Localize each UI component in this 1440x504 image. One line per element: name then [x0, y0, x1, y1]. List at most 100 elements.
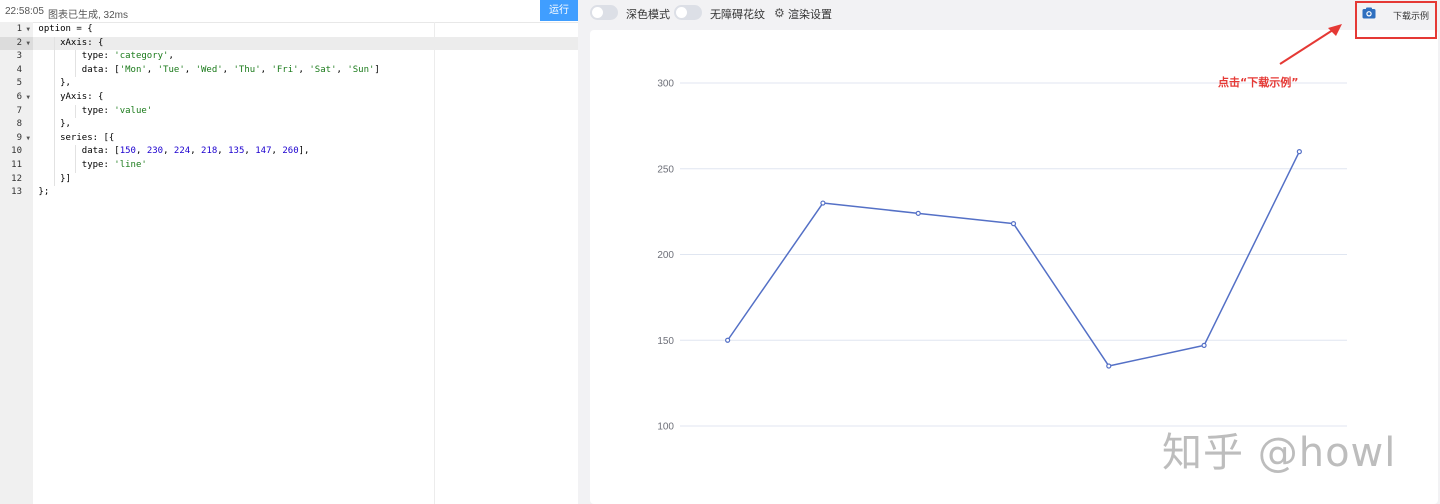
line-number-text: 3: [16, 51, 22, 62]
code-token: 'Tue': [157, 64, 185, 75]
line-number: 9 ▼: [0, 132, 33, 146]
code-token: 230: [146, 146, 164, 157]
code-token: ]: [374, 64, 380, 75]
code-area[interactable]: option = { xAxis: { type: 'category', da…: [33, 22, 578, 504]
code-token: 147: [255, 146, 272, 157]
annotation-arrow: [1279, 24, 1342, 65]
data-point: [1201, 342, 1207, 348]
line-number: 4: [0, 64, 33, 78]
line-number-text: 5: [16, 78, 22, 89]
line-number-text: 8: [16, 119, 22, 130]
code-line: option = {: [33, 23, 578, 37]
line-number: 10: [0, 145, 33, 159]
code-token: ],: [298, 146, 310, 157]
line-number-text: 12: [11, 173, 22, 184]
code-line: series: [{: [33, 132, 578, 146]
render-settings-label[interactable]: 渲染设置: [788, 6, 832, 22]
data-point: [820, 200, 826, 206]
data-point: [1010, 221, 1017, 227]
code-token: 'line': [114, 160, 147, 170]
line-number-text: 11: [11, 160, 22, 170]
code-token: 218: [201, 146, 218, 157]
line-number-gutter: 1 ▼ 2 ▼ 3 4 5 6 ▼ 7 8 9 ▼ 10 11 12 13: [0, 22, 33, 504]
code-token: xAxis: {: [38, 37, 104, 48]
code-token: 260: [282, 146, 299, 157]
y-tick-label: 300: [657, 79, 674, 90]
status-time: 22:58:05: [5, 6, 44, 17]
line-number-text: 9: [16, 132, 22, 143]
code-token: 'Sun': [347, 64, 375, 75]
dark-mode-label: 深色模式: [626, 8, 670, 21]
code-token: 150: [119, 146, 136, 157]
dark-mode-toggle[interactable]: [590, 5, 618, 20]
watermark: 知乎 @howl: [1162, 430, 1397, 476]
line-number: 2 ▼: [0, 36, 33, 51]
indent-guide: [75, 145, 76, 173]
line-number: 12: [0, 173, 33, 187]
code-token: ,: [222, 64, 234, 75]
series-line: [727, 151, 1301, 367]
line-number: 1 ▼: [0, 23, 33, 37]
print-margin-line: [434, 22, 435, 504]
line-number: 3: [0, 50, 33, 64]
code-token: 'value': [114, 105, 153, 116]
code-token: 'Fri': [271, 64, 299, 75]
code-token: ,: [336, 64, 348, 75]
fold-toggle-icon[interactable]: ▼: [26, 91, 30, 105]
code-token: ,: [184, 64, 196, 75]
line-number-text: 6: [16, 92, 22, 102]
data-point: [725, 337, 731, 343]
y-tick-label: 250: [657, 164, 674, 175]
code-token: data: [: [38, 146, 120, 157]
code-token: option = {: [38, 24, 93, 34]
status-message: 图表已生成, 32ms: [48, 10, 129, 21]
code-line: };: [33, 186, 578, 200]
code-token: ,: [168, 51, 174, 62]
fold-toggle-icon[interactable]: ▼: [26, 37, 30, 51]
code-token: 'Sat': [309, 64, 337, 75]
line-number: 13: [0, 186, 33, 200]
code-line: data: ['Mon', 'Tue', 'Wed', 'Thu', 'Fri'…: [33, 64, 578, 78]
line-number: 5: [0, 77, 33, 91]
run-button[interactable]: 运行: [540, 0, 578, 21]
indent-guide: [75, 50, 76, 78]
code-token: type:: [38, 105, 115, 116]
line-number: 6 ▼: [0, 91, 33, 105]
code-line: xAxis: {: [33, 36, 578, 51]
status-bar: 22:58:05 图表已生成, 32ms 运行: [0, 0, 578, 23]
code-token: 'category': [114, 51, 169, 62]
data-point: [1106, 363, 1112, 369]
code-line: },: [33, 77, 578, 91]
fold-toggle-icon[interactable]: ▼: [26, 132, 30, 146]
code-token: ,: [217, 146, 229, 157]
code-line: }]: [33, 173, 578, 187]
code-token: 224: [173, 146, 191, 157]
gear-icon[interactable]: ⚙: [774, 6, 785, 20]
code-token: series: [{: [38, 132, 115, 143]
code-line: type: 'line': [33, 159, 578, 173]
accessibility-pattern-toggle[interactable]: [674, 5, 702, 20]
highlight-box: [1355, 1, 1437, 39]
code-token: 135: [228, 146, 245, 157]
code-line: type: 'category',: [33, 50, 578, 64]
code-token: ,: [271, 146, 283, 157]
code-token: 'Wed': [195, 64, 223, 75]
line-number-text: 10: [11, 146, 22, 157]
code-token: ,: [163, 146, 174, 157]
code-token: ,: [260, 64, 272, 75]
line-number-text: 2: [16, 37, 22, 48]
code-token: ,: [190, 146, 202, 157]
code-token: data: [: [38, 64, 120, 75]
line-number: 7: [0, 105, 33, 119]
accessibility-pattern-label: 无障碍花纹: [710, 8, 765, 21]
y-tick-label: 200: [657, 250, 674, 261]
y-tick-label: 100: [657, 422, 674, 433]
line-number-text: 7: [16, 105, 22, 116]
fold-toggle-icon[interactable]: ▼: [26, 23, 30, 37]
code-token: 'Mon': [119, 64, 147, 75]
code-editor-pane: 22:58:05 图表已生成, 32ms 运行 1 ▼ 2 ▼ 3 4 5 6 ▼ 7 8 9 ▼ 10 1…: [0, 0, 578, 504]
code-token: ,: [135, 146, 147, 157]
toggle-knob: [592, 7, 603, 18]
code-line: },: [33, 118, 578, 132]
line-number: 11: [0, 159, 33, 173]
